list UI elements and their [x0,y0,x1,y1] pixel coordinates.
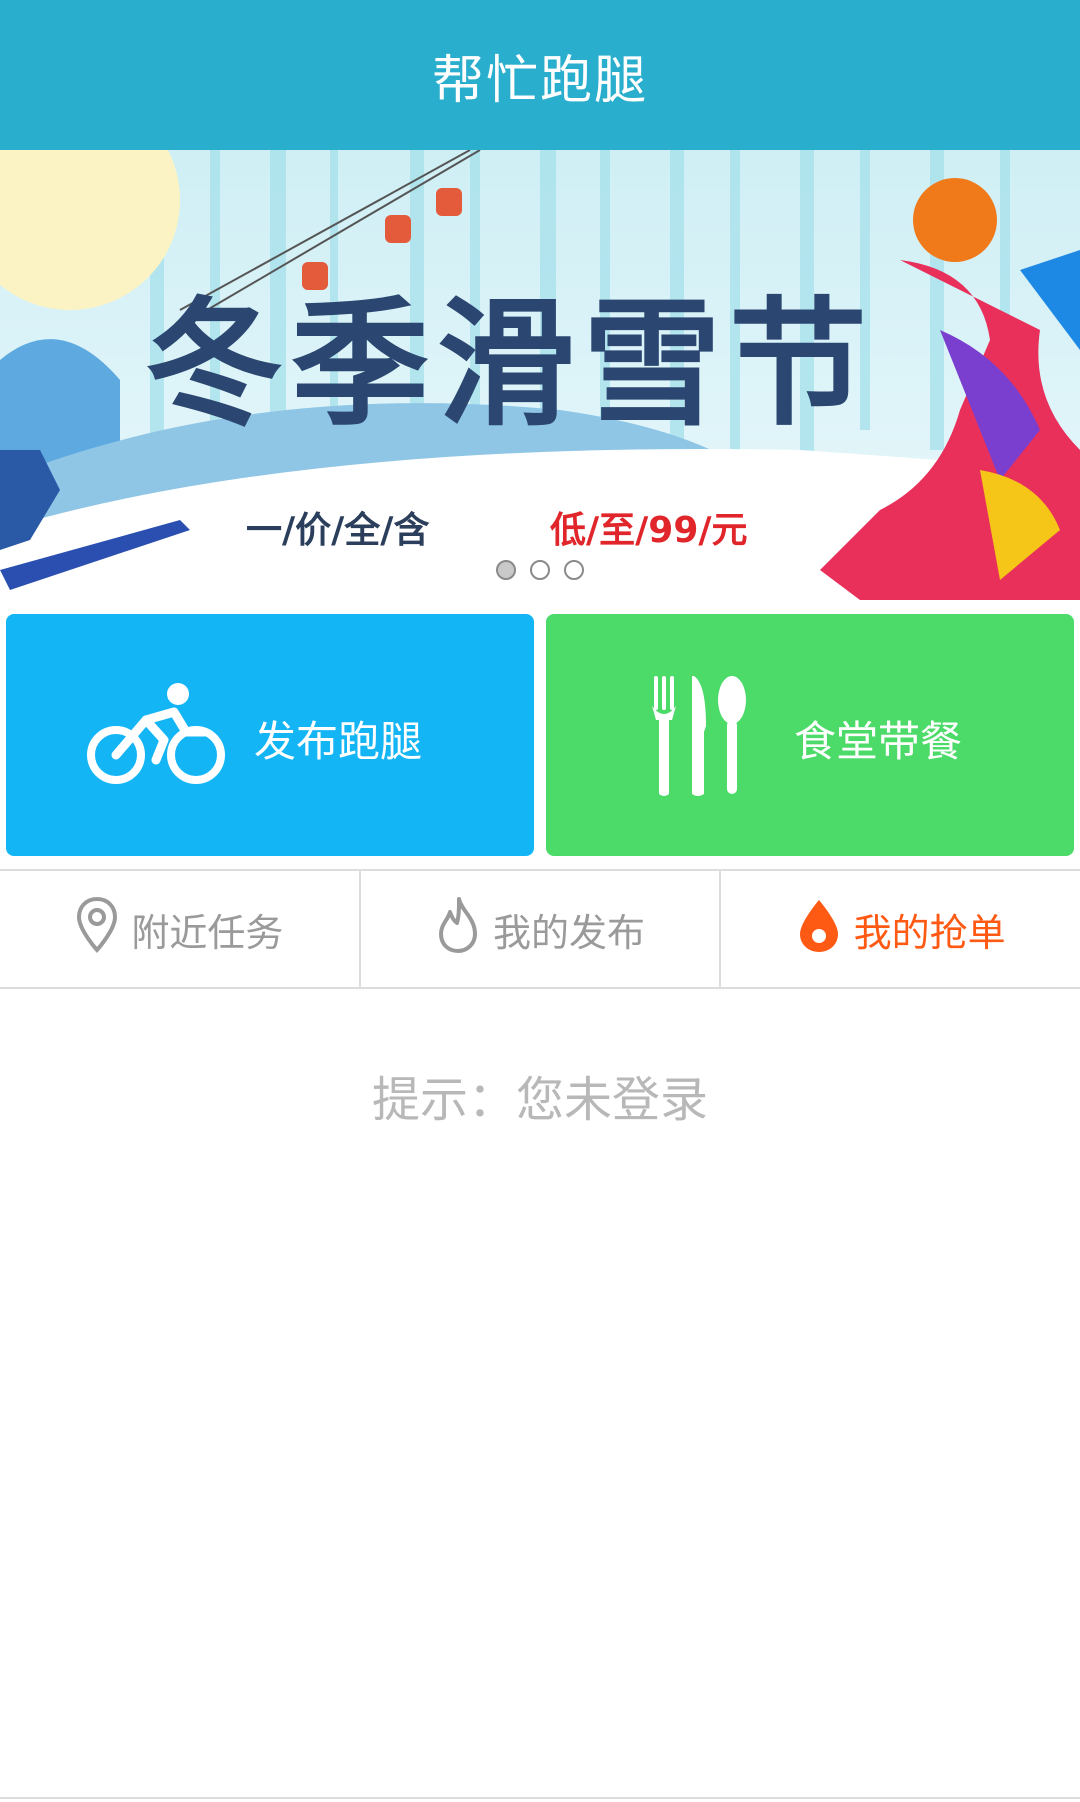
canteen-delivery-label: 食堂带餐 [794,717,963,766]
publish-errand-button[interactable]: 发布跑腿 [6,614,534,856]
carousel-dots [0,560,1080,580]
task-tabs: 附近任务 我的发布 我的抢单 [0,869,1080,989]
bottom-divider [0,1797,1080,1799]
carousel-dot[interactable] [564,560,584,580]
banner-tagline-right: 低/至/99/元 [550,510,748,551]
page-title: 帮忙跑腿 [431,50,648,111]
location-pin-icon [75,896,119,963]
flame-outline-icon [435,896,481,963]
cutlery-icon [650,676,750,800]
promo-banner[interactable]: 冬季滑雪节 一/价/全/含 低/至/99/元 [0,150,1080,600]
publish-errand-label: 发布跑腿 [254,717,423,766]
tab-my-posts-label: 我的发布 [493,910,646,955]
tab-my-orders[interactable]: 我的抢单 [719,871,1080,987]
tab-nearby-tasks-label: 附近任务 [131,910,284,955]
banner-tagline-left: 一/价/全/含 [246,509,429,551]
tab-nearby-tasks[interactable]: 附近任务 [0,871,359,987]
login-hint: 提示：您未登录 [371,1072,708,1128]
tab-my-posts[interactable]: 我的发布 [358,871,720,987]
carousel-dot[interactable] [530,560,550,580]
app-header: 帮忙跑腿 [0,0,1080,150]
tab-my-orders-label: 我的抢单 [853,910,1006,955]
drop-icon [796,896,842,963]
action-tiles: 发布跑腿 食堂带餐 [0,614,1080,856]
bicycle-icon [86,680,226,794]
banner-headline: 冬季滑雪节 [145,284,875,445]
banner-illustration: 冬季滑雪节 一/价/全/含 低/至/99/元 [0,150,1080,600]
canteen-delivery-button[interactable]: 食堂带餐 [546,614,1074,856]
carousel-dot[interactable] [496,560,516,580]
